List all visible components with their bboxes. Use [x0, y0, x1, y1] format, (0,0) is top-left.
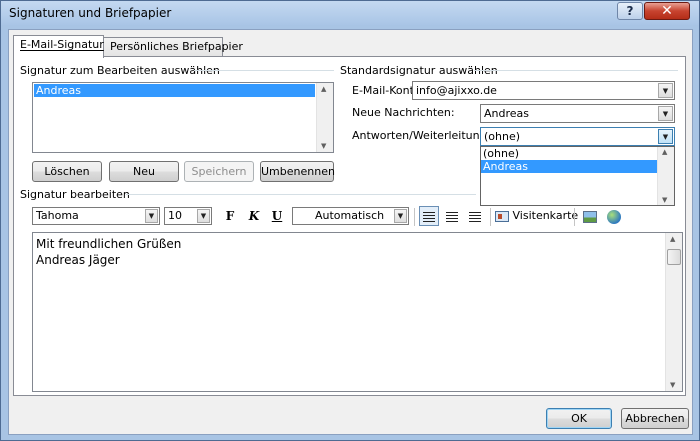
business-card-icon	[495, 210, 509, 222]
bold-button[interactable]: F	[220, 206, 240, 226]
font-size-select[interactable]: 10 ▼	[164, 207, 212, 225]
toolbar-separator	[490, 208, 491, 226]
replies-forwards-value: (ohne)	[484, 130, 521, 143]
italic-button[interactable]: K	[244, 206, 264, 226]
replies-forwards-dropdown[interactable]: (ohne) Andreas ▲ ▼	[480, 146, 675, 206]
align-center-button[interactable]	[442, 206, 462, 226]
new-messages-select[interactable]: Andreas ▼	[480, 104, 675, 123]
chevron-down-icon[interactable]: ▼	[658, 106, 673, 121]
dropdown-option-andreas[interactable]: Andreas	[481, 160, 657, 173]
scroll-down-icon[interactable]: ▼	[662, 196, 667, 204]
scroll-down-icon[interactable]: ▼	[321, 142, 326, 150]
signature-text-line[interactable]: Mit freundlichen Grüßen	[33, 236, 682, 252]
editor-scroll-thumb[interactable]	[667, 249, 681, 265]
help-button[interactable]: ?	[617, 2, 643, 20]
ok-button[interactable]: OK	[546, 408, 612, 429]
tab-personal-stationery[interactable]: Persönliches Briefpapier	[103, 37, 243, 57]
toolbar-separator	[414, 208, 415, 226]
font-family-value: Tahoma	[36, 209, 79, 222]
signature-list[interactable]: Andreas ▲ ▼	[32, 82, 334, 153]
editor-scrollbar[interactable]: ▲ ▼	[665, 233, 682, 391]
toolbar-separator	[574, 208, 575, 226]
hyperlink-icon	[607, 209, 621, 224]
close-button[interactable]: ✕	[644, 2, 690, 20]
scroll-up-icon[interactable]: ▲	[321, 85, 326, 93]
signature-text-line[interactable]: Andreas Jäger	[33, 252, 682, 268]
chevron-down-icon[interactable]: ▼	[197, 209, 210, 223]
tab-email-signature[interactable]: E-Mail-Signatur	[13, 35, 104, 58]
chevron-down-icon[interactable]: ▼	[658, 83, 673, 98]
signature-select-divider	[194, 70, 334, 71]
font-color-select[interactable]: Automatisch ▼	[292, 207, 409, 225]
tab-email-signature-label: E-Mail-Signatur	[20, 38, 104, 51]
replies-forwards-select[interactable]: (ohne) ▼	[480, 127, 675, 146]
business-card-button[interactable]: Visitenkarte	[495, 206, 578, 226]
font-color-value: Automatisch	[315, 209, 385, 222]
font-size-value: 10	[168, 209, 182, 222]
align-right-button[interactable]	[465, 206, 485, 226]
dialog-client-area: E-Mail-Signatur Persönliches Briefpapier…	[8, 29, 693, 435]
email-account-value: info@ajixxo.de	[416, 84, 497, 97]
chevron-down-icon[interactable]: ▼	[145, 209, 158, 223]
edit-signature-group-label: Signatur bearbeiten	[20, 188, 130, 201]
email-signature-panel: Signatur zum Bearbeiten auswählen Andrea…	[13, 56, 686, 396]
chevron-down-icon[interactable]: ▼	[658, 129, 673, 144]
align-left-icon	[423, 211, 435, 222]
insert-hyperlink-button[interactable]	[604, 206, 624, 226]
title-bar[interactable]: Signaturen und Briefpapier ? ✕	[1, 1, 699, 25]
insert-picture-button[interactable]	[580, 206, 600, 226]
dropdown-scrollbar[interactable]: ▲ ▼	[657, 147, 674, 205]
tab-personal-stationery-label: Persönliches Briefpapier	[110, 40, 243, 53]
align-left-button[interactable]	[419, 206, 439, 226]
signature-editor[interactable]: Mit freundlichen Grüßen Andreas Jäger ▲ …	[32, 232, 683, 392]
window-title: Signaturen und Briefpapier	[9, 6, 172, 20]
default-signature-divider	[474, 70, 678, 71]
font-family-select[interactable]: Tahoma ▼	[32, 207, 160, 225]
rename-signature-button[interactable]: Umbenennen	[260, 161, 335, 182]
align-right-icon	[469, 211, 481, 222]
dropdown-option-none[interactable]: (ohne)	[481, 147, 657, 160]
picture-icon	[583, 210, 597, 223]
delete-signature-button[interactable]: Löschen	[32, 161, 102, 182]
scroll-up-icon[interactable]: ▲	[670, 235, 675, 243]
edit-signature-divider	[126, 194, 476, 195]
signature-select-group-label: Signatur zum Bearbeiten auswählen	[20, 64, 220, 77]
cancel-button[interactable]: Abbrechen	[621, 408, 689, 429]
new-messages-label: Neue Nachrichten:	[352, 106, 455, 119]
scroll-up-icon[interactable]: ▲	[662, 148, 667, 156]
scroll-down-icon[interactable]: ▼	[670, 381, 675, 389]
signature-list-item[interactable]: Andreas	[34, 84, 315, 97]
business-card-label: Visitenkarte	[512, 209, 579, 222]
email-account-select[interactable]: info@ajixxo.de ▼	[412, 81, 675, 100]
chevron-down-icon[interactable]: ▼	[394, 209, 407, 223]
dialog-window: Signaturen und Briefpapier ? ✕ E-Mail-Si…	[0, 0, 700, 441]
underline-button[interactable]: U	[267, 206, 287, 226]
new-messages-value: Andreas	[484, 107, 529, 120]
save-signature-button[interactable]: Speichern	[184, 161, 254, 182]
align-center-icon	[446, 211, 458, 222]
new-signature-button[interactable]: Neu	[109, 161, 179, 182]
signature-list-scrollbar[interactable]: ▲ ▼	[316, 83, 333, 152]
